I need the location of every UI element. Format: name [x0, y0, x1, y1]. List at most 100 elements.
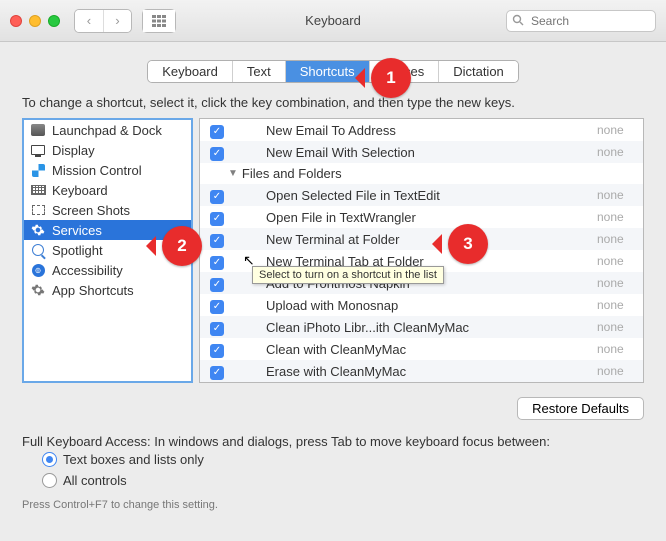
service-row[interactable]: Clean iPhoto Libr...ith CleanMyMacnone: [200, 316, 643, 338]
search-icon: [512, 14, 524, 29]
radio-button[interactable]: [42, 473, 57, 488]
checkbox[interactable]: [210, 253, 224, 270]
service-row[interactable]: Open Selected File in TextEditnone: [200, 184, 643, 206]
search-input[interactable]: [506, 10, 656, 32]
service-label: Clean iPhoto Libr...ith CleanMyMac: [266, 320, 597, 335]
mission-control-icon: [30, 162, 46, 178]
shortcut-status[interactable]: none: [597, 145, 637, 159]
sidebar-item-app-shortcuts[interactable]: App Shortcuts: [24, 280, 191, 300]
full-keyboard-access-heading: Full Keyboard Access: In windows and dia…: [0, 428, 666, 449]
service-row[interactable]: Upload with Monosnapnone: [200, 294, 643, 316]
gear-icon: [30, 222, 46, 238]
minimize-button[interactable]: [29, 15, 41, 27]
sidebar-item-accessibility[interactable]: ๏ Accessibility: [24, 260, 191, 280]
checkbox[interactable]: [210, 319, 224, 336]
preference-tabs: Keyboard Text Shortcuts rces Dictation: [147, 60, 519, 83]
show-all-button[interactable]: [143, 10, 175, 32]
restore-defaults-button[interactable]: Restore Defaults: [517, 397, 644, 420]
radio-label: Text boxes and lists only: [63, 452, 204, 467]
spotlight-icon: [30, 242, 46, 258]
fka-hint: Press Control+F7 to change this setting.: [0, 491, 666, 519]
sidebar-item-display[interactable]: Display: [24, 140, 191, 160]
nav-buttons: ‹ ›: [74, 9, 132, 33]
sidebar-item-label: Services: [52, 223, 102, 238]
checkbox[interactable]: [210, 122, 224, 139]
launchpad-icon: [30, 122, 46, 138]
sidebar-item-screen-shots[interactable]: Screen Shots: [24, 200, 191, 220]
checkbox[interactable]: [210, 297, 224, 314]
sidebar-item-label: Mission Control: [52, 163, 142, 178]
service-label: New Email With Selection: [266, 145, 597, 160]
sidebar-item-label: Display: [52, 143, 95, 158]
shortcut-status[interactable]: none: [597, 188, 637, 202]
shortcut-status[interactable]: none: [597, 342, 637, 356]
shortcut-status[interactable]: none: [597, 123, 637, 137]
service-row[interactable]: Clean with CleanMyMacnone: [200, 338, 643, 360]
radio-label: All controls: [63, 473, 127, 488]
sidebar-item-label: Accessibility: [52, 263, 123, 278]
shortcut-status[interactable]: none: [597, 364, 637, 378]
search-wrap: [506, 10, 656, 32]
forward-button[interactable]: ›: [103, 10, 131, 32]
checkbox[interactable]: [210, 209, 224, 226]
grid-icon: [152, 15, 166, 27]
service-label: Upload with Monosnap: [266, 298, 597, 313]
shortcuts-list[interactable]: New Email To AddressnoneNew Email With S…: [199, 118, 644, 383]
close-button[interactable]: [10, 15, 22, 27]
shortcut-status[interactable]: none: [597, 276, 637, 290]
service-label: Open Selected File in TextEdit: [266, 188, 597, 203]
shortcut-status[interactable]: none: [597, 232, 637, 246]
shortcut-status[interactable]: none: [597, 210, 637, 224]
checkbox[interactable]: [210, 363, 224, 380]
service-row[interactable]: New Email With Selectionnone: [200, 141, 643, 163]
fka-option-all-controls[interactable]: All controls: [0, 470, 666, 491]
service-label: Open File in TextWrangler: [266, 210, 597, 225]
checkbox[interactable]: [210, 187, 224, 204]
display-icon: [30, 142, 46, 158]
window-title: Keyboard: [305, 13, 361, 28]
titlebar: ‹ › Keyboard: [0, 0, 666, 42]
shortcut-status[interactable]: none: [597, 320, 637, 334]
group-label: Files and Folders: [242, 166, 637, 181]
sidebar-item-mission-control[interactable]: Mission Control: [24, 160, 191, 180]
checkbox[interactable]: [210, 341, 224, 358]
checkbox[interactable]: [210, 144, 224, 161]
tab-dictation[interactable]: Dictation: [438, 61, 518, 82]
service-label: Clean with CleanMyMac: [266, 342, 597, 357]
sidebar-item-launchpad[interactable]: Launchpad & Dock: [24, 120, 191, 140]
app-shortcuts-icon: [30, 282, 46, 298]
tab-text[interactable]: Text: [232, 61, 285, 82]
service-row[interactable]: Open File in TextWranglernone: [200, 206, 643, 228]
keyboard-icon: [30, 182, 46, 198]
sidebar-item-label: Keyboard: [52, 183, 108, 198]
sidebar-item-label: Launchpad & Dock: [52, 123, 162, 138]
sidebar-item-keyboard[interactable]: Keyboard: [24, 180, 191, 200]
annotation-callout-1: 1: [371, 58, 411, 98]
annotation-callout-3: 3: [448, 224, 488, 264]
service-row[interactable]: New Email To Addressnone: [200, 119, 643, 141]
service-row[interactable]: New Terminal at Foldernone: [200, 228, 643, 250]
shortcut-status[interactable]: none: [597, 298, 637, 312]
zoom-button[interactable]: [48, 15, 60, 27]
back-button[interactable]: ‹: [75, 10, 103, 32]
service-group-header[interactable]: ▼ Files and Folders: [200, 163, 643, 184]
checkbox[interactable]: [210, 231, 224, 248]
disclosure-triangle-icon[interactable]: ▼: [228, 168, 238, 179]
tab-keyboard[interactable]: Keyboard: [148, 61, 232, 82]
annotation-callout-2: 2: [162, 226, 202, 266]
accessibility-icon: ๏: [30, 262, 46, 278]
shortcut-status[interactable]: none: [597, 254, 637, 268]
tab-bar-row: Keyboard Text Shortcuts rces Dictation: [0, 42, 666, 91]
radio-button[interactable]: [42, 452, 57, 467]
panes: Launchpad & Dock Display Mission Control…: [0, 118, 666, 383]
service-row[interactable]: Erase with CleanMyMacnone: [200, 360, 643, 382]
service-label: Erase with CleanMyMac: [266, 364, 597, 379]
show-all-wrap: [142, 9, 176, 33]
sidebar-item-label: Spotlight: [52, 243, 103, 258]
checkbox[interactable]: [210, 275, 224, 292]
window-controls: [10, 15, 60, 27]
service-label: New Email To Address: [266, 123, 597, 138]
fka-option-textboxes[interactable]: Text boxes and lists only: [0, 449, 666, 470]
tooltip: Select to turn on a shortcut in the list: [252, 266, 444, 284]
instruction-text: To change a shortcut, select it, click t…: [0, 91, 666, 118]
